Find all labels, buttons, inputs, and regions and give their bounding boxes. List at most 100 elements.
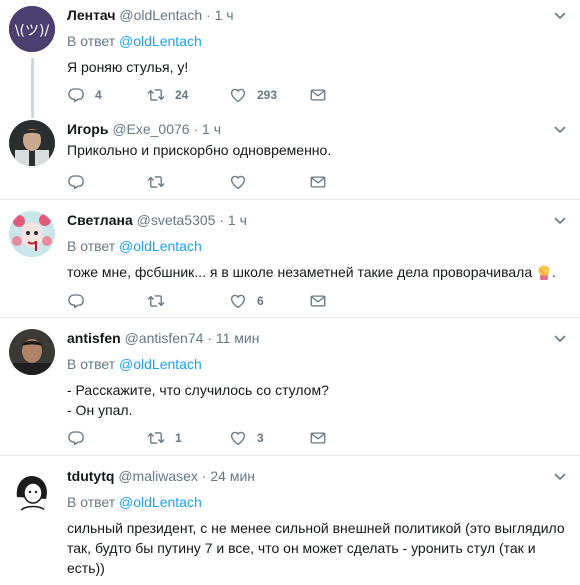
reply-icon [67, 173, 85, 191]
reply-mention-link[interactable]: @oldLentach [119, 356, 202, 372]
tweet-text: - Расскажите, что случилось со стулом? -… [67, 380, 566, 420]
tweet-tdutytq[interactable]: tdutytq @maliwasex · 24 мин В ответ @old… [0, 456, 580, 585]
tweet-time[interactable]: 1 ч [215, 7, 234, 23]
retweet-button[interactable]: 1 [147, 428, 182, 448]
reply-to-label: В ответ [67, 356, 116, 372]
like-button[interactable]: 293 [229, 85, 277, 105]
reply-to-label: В ответ [67, 494, 116, 510]
reply-button[interactable] [67, 291, 85, 311]
reply-mention-link[interactable]: @oldLentach [119, 494, 202, 510]
heart-icon [229, 173, 247, 191]
tweet-time[interactable]: 1 ч [202, 121, 221, 137]
retweet-button[interactable] [147, 291, 165, 311]
envelope-icon [309, 429, 327, 447]
tweet-svetlana[interactable]: Светлана @sveta5305 · 1 ч В ответ @oldLe… [0, 200, 580, 318]
envelope-icon [309, 292, 327, 310]
tweet-text: Я роняю стулья, у! [67, 59, 189, 75]
reply-button[interactable] [67, 428, 85, 448]
tweet-header: Лентач @oldLentach · 1 ч [67, 6, 566, 24]
direct-message-button[interactable] [309, 291, 327, 311]
tweet-time[interactable]: 24 мин [210, 468, 255, 484]
tweet-text-line: - Расскажите, что случилось со стулом? [67, 382, 329, 398]
tweet-lentach[interactable]: \(ツ)/ Лентач @oldLentach · 1 ч В ответ @… [0, 0, 580, 118]
tweet-text-body: тоже мне, фсбшник... я в школе незаметне… [67, 264, 533, 280]
retweet-icon [147, 173, 165, 191]
separator-dot: · [193, 121, 199, 137]
retweet-icon [147, 429, 165, 447]
facepalm-emoji-icon [538, 265, 550, 280]
tweet-header: Светлана @sveta5305 · 1 ч [67, 211, 566, 229]
reply-context: В ответ @oldLentach [67, 32, 566, 50]
reply-to-label: В ответ [67, 33, 116, 49]
svg-text:\(ツ)/: \(ツ)/ [15, 23, 50, 39]
tweet-text-end: . [552, 264, 556, 280]
heart-icon [229, 429, 247, 447]
tweet-header: antisfen @antisfen74 · 11 мин [67, 329, 566, 347]
user-handle[interactable]: @oldLentach [119, 7, 202, 23]
reply-context: В ответ @oldLentach [67, 493, 566, 511]
tweet-header: Игорь @Exe_0076 · 1 ч [67, 120, 566, 138]
reply-count: 4 [95, 88, 102, 102]
tweet-text: Прикольно и прискорбно одновременно. [67, 142, 332, 158]
avatar-lentach[interactable]: \(ツ)/ [9, 6, 55, 52]
envelope-icon [309, 173, 327, 191]
reply-context: В ответ @oldLentach [67, 355, 566, 373]
like-count: 293 [257, 88, 278, 102]
lentach-logo-icon: \(ツ)/ [9, 6, 55, 52]
tweet-time[interactable]: 1 ч [228, 212, 247, 228]
heart-icon [229, 86, 247, 104]
user-photo-icon [9, 329, 55, 375]
user-handle[interactable]: @maliwasex [118, 468, 198, 484]
like-button[interactable] [229, 172, 247, 192]
separator-dot: · [219, 212, 225, 228]
avatar-igor[interactable] [9, 120, 55, 166]
direct-message-button[interactable] [309, 85, 327, 105]
user-handle[interactable]: @antisfen74 [125, 330, 204, 346]
display-name[interactable]: antisfen [67, 330, 121, 346]
heart-icon [229, 292, 247, 310]
retweet-count: 1 [175, 431, 182, 445]
reply-to-label: В ответ [67, 238, 116, 254]
reply-mention-link[interactable]: @oldLentach [119, 238, 202, 254]
tweet-antisfen[interactable]: antisfen @antisfen74 · 11 мин В ответ @o… [0, 318, 580, 456]
reply-button[interactable] [67, 172, 85, 192]
avatar-svetlana[interactable] [9, 211, 55, 257]
tweet-text: сильный президент, с не менее сильной вн… [67, 520, 565, 576]
display-name[interactable]: Лентач [67, 7, 116, 23]
like-button[interactable]: 6 [229, 291, 264, 311]
display-name[interactable]: tdutytq [67, 468, 114, 484]
retweet-icon [147, 86, 165, 104]
reply-thread: \(ツ)/ Лентач @oldLentach · 1 ч В ответ @… [0, 0, 580, 585]
envelope-icon [309, 86, 327, 104]
display-name[interactable]: Светлана [67, 212, 133, 228]
reply-button[interactable]: 4 [67, 85, 102, 105]
tweet-text-line: - Он упал. [67, 402, 133, 418]
separator-dot: · [201, 468, 207, 484]
retweet-count: 24 [175, 88, 189, 102]
user-drawing-icon [9, 467, 55, 513]
separator-dot: · [206, 7, 211, 23]
reply-icon [67, 86, 85, 104]
tweet-text: тоже мне, фсбшник... я в школе незаметне… [67, 262, 566, 282]
like-count: 6 [257, 294, 264, 308]
user-handle[interactable]: @Exe_0076 [112, 121, 189, 137]
display-name[interactable]: Игорь [67, 121, 108, 137]
direct-message-button[interactable] [309, 172, 327, 192]
user-photo-icon [9, 120, 55, 166]
tweet-header: tdutytq @maliwasex · 24 мин [67, 467, 566, 485]
tweet-time[interactable]: 11 мин [216, 330, 260, 346]
retweet-button[interactable] [147, 172, 165, 192]
tweet-igor[interactable]: Игорь @Exe_0076 · 1 ч Прикольно и приско… [0, 116, 580, 200]
thread-connector-line [31, 58, 34, 118]
user-handle[interactable]: @sveta5305 [137, 212, 216, 228]
separator-dot: · [207, 330, 212, 346]
reply-icon [67, 429, 85, 447]
avatar-tdutytq[interactable] [9, 467, 55, 513]
reply-mention-link[interactable]: @oldLentach [119, 33, 202, 49]
reply-context: В ответ @oldLentach [67, 237, 566, 255]
retweet-button[interactable]: 24 [147, 85, 188, 105]
like-button[interactable]: 3 [229, 428, 264, 448]
user-photo-icon [9, 211, 55, 257]
direct-message-button[interactable] [309, 428, 327, 448]
avatar-antisfen[interactable] [9, 329, 55, 375]
